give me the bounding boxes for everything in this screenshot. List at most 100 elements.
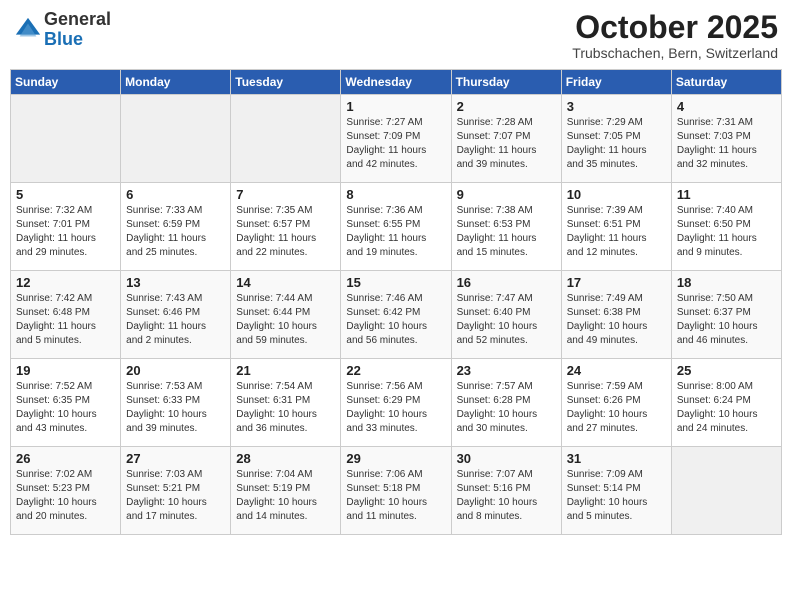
calendar-cell: 26 Sunrise: 7:02 AM Sunset: 5:23 PM Dayli…: [11, 447, 121, 535]
day-info: Sunrise: 7:54 AM Sunset: 6:31 PM Dayligh…: [236, 380, 335, 436]
day-number: 28: [236, 451, 335, 466]
day-info: Sunrise: 7:40 AM Sunset: 6:50 PM Dayligh…: [677, 204, 776, 260]
calendar-cell: 14Sunrise: 7:44 AM Sunset: 6:44 PM Dayli…: [231, 271, 341, 359]
calendar-cell: 29 Sunrise: 7:06 AM Sunset: 5:18 PM Dayli…: [341, 447, 451, 535]
day-number: 14: [236, 275, 335, 290]
day-info: Sunrise: 8:00 AM Sunset: 6:24 PM Dayligh…: [677, 380, 776, 436]
weekday-header-row: SundayMondayTuesdayWednesdayThursdayFrid…: [11, 70, 782, 95]
day-info: Sunrise: 7:07 AM Sunset: 5:16 PM Dayligh…: [457, 468, 556, 524]
calendar-cell: 10 Sunrise: 7:39 AM Sunset: 6:51 PM Dayli…: [561, 183, 671, 271]
calendar-cell: 25 Sunrise: 8:00 AM Sunset: 6:24 PM Dayli…: [671, 359, 781, 447]
day-number: 29: [346, 451, 445, 466]
calendar-cell: 30 Sunrise: 7:07 AM Sunset: 5:16 PM Dayli…: [451, 447, 561, 535]
day-info: Sunrise: 7:32 AM Sunset: 7:01 PM Dayligh…: [16, 204, 115, 260]
calendar-cell: 15Sunrise: 7:46 AM Sunset: 6:42 PM Dayli…: [341, 271, 451, 359]
day-number: 31: [567, 451, 666, 466]
day-info: Sunrise: 7:47 AM Sunset: 6:40 PM Dayligh…: [457, 292, 556, 348]
calendar-week-row: 5 Sunrise: 7:32 AM Sunset: 7:01 PM Daylig…: [11, 183, 782, 271]
logo-general-text: General: [44, 10, 111, 30]
weekday-header: Sunday: [11, 70, 121, 95]
calendar-week-row: 19 Sunrise: 7:52 AM Sunset: 6:35 PM Dayli…: [11, 359, 782, 447]
calendar-cell: 7 Sunrise: 7:35 AM Sunset: 6:57 PM Daylig…: [231, 183, 341, 271]
day-number: 2: [457, 99, 556, 114]
day-number: 10: [567, 187, 666, 202]
calendar-cell: 3 Sunrise: 7:29 AM Sunset: 7:05 PM Daylig…: [561, 95, 671, 183]
calendar-cell: [671, 447, 781, 535]
logo-blue-text: Blue: [44, 30, 111, 50]
day-info: Sunrise: 7:35 AM Sunset: 6:57 PM Dayligh…: [236, 204, 335, 260]
calendar-cell: 17Sunrise: 7:49 AM Sunset: 6:38 PM Dayli…: [561, 271, 671, 359]
day-info: Sunrise: 7:02 AM Sunset: 5:23 PM Dayligh…: [16, 468, 115, 524]
day-info: Sunrise: 7:56 AM Sunset: 6:29 PM Dayligh…: [346, 380, 445, 436]
day-number: 30: [457, 451, 556, 466]
day-number: 22: [346, 363, 445, 378]
weekday-header: Saturday: [671, 70, 781, 95]
calendar-cell: 21 Sunrise: 7:54 AM Sunset: 6:31 PM Dayli…: [231, 359, 341, 447]
calendar-cell: 13Sunrise: 7:43 AM Sunset: 6:46 PM Dayli…: [121, 271, 231, 359]
weekday-header: Thursday: [451, 70, 561, 95]
calendar-cell: 16 Sunrise: 7:47 AM Sunset: 6:40 PM Dayli…: [451, 271, 561, 359]
day-number: 25: [677, 363, 776, 378]
calendar-table: SundayMondayTuesdayWednesdayThursdayFrid…: [10, 69, 782, 535]
day-number: 4: [677, 99, 776, 114]
day-number: 8: [346, 187, 445, 202]
calendar-week-row: 26 Sunrise: 7:02 AM Sunset: 5:23 PM Dayli…: [11, 447, 782, 535]
day-number: 18: [677, 275, 776, 290]
day-info: Sunrise: 7:52 AM Sunset: 6:35 PM Dayligh…: [16, 380, 115, 436]
calendar-cell: 2Sunrise: 7:28 AM Sunset: 7:07 PM Daylig…: [451, 95, 561, 183]
calendar-cell: 20 Sunrise: 7:53 AM Sunset: 6:33 PM Dayli…: [121, 359, 231, 447]
day-number: 21: [236, 363, 335, 378]
day-number: 17: [567, 275, 666, 290]
weekday-header: Friday: [561, 70, 671, 95]
calendar-cell: [11, 95, 121, 183]
day-info: Sunrise: 7:09 AM Sunset: 5:14 PM Dayligh…: [567, 468, 666, 524]
day-number: 11: [677, 187, 776, 202]
day-info: Sunrise: 7:03 AM Sunset: 5:21 PM Dayligh…: [126, 468, 225, 524]
day-number: 1: [346, 99, 445, 114]
calendar-cell: 22 Sunrise: 7:56 AM Sunset: 6:29 PM Dayli…: [341, 359, 451, 447]
calendar-week-row: 1Sunrise: 7:27 AM Sunset: 7:09 PM Daylig…: [11, 95, 782, 183]
weekday-header: Tuesday: [231, 70, 341, 95]
day-number: 3: [567, 99, 666, 114]
day-info: Sunrise: 7:38 AM Sunset: 6:53 PM Dayligh…: [457, 204, 556, 260]
day-info: Sunrise: 7:29 AM Sunset: 7:05 PM Dayligh…: [567, 116, 666, 172]
day-info: Sunrise: 7:04 AM Sunset: 5:19 PM Dayligh…: [236, 468, 335, 524]
day-number: 5: [16, 187, 115, 202]
day-number: 20: [126, 363, 225, 378]
day-number: 24: [567, 363, 666, 378]
day-number: 19: [16, 363, 115, 378]
calendar-cell: 12 Sunrise: 7:42 AM Sunset: 6:48 PM Dayli…: [11, 271, 121, 359]
day-info: Sunrise: 7:59 AM Sunset: 6:26 PM Dayligh…: [567, 380, 666, 436]
day-number: 23: [457, 363, 556, 378]
day-number: 26: [16, 451, 115, 466]
month-title: October 2025: [572, 10, 778, 45]
day-info: Sunrise: 7:53 AM Sunset: 6:33 PM Dayligh…: [126, 380, 225, 436]
day-number: 15: [346, 275, 445, 290]
weekday-header: Monday: [121, 70, 231, 95]
day-number: 7: [236, 187, 335, 202]
calendar-cell: 19 Sunrise: 7:52 AM Sunset: 6:35 PM Dayli…: [11, 359, 121, 447]
calendar-cell: 9 Sunrise: 7:38 AM Sunset: 6:53 PM Daylig…: [451, 183, 561, 271]
day-number: 12: [16, 275, 115, 290]
day-info: Sunrise: 7:33 AM Sunset: 6:59 PM Dayligh…: [126, 204, 225, 260]
day-info: Sunrise: 7:39 AM Sunset: 6:51 PM Dayligh…: [567, 204, 666, 260]
calendar-cell: 4Sunrise: 7:31 AM Sunset: 7:03 PM Daylig…: [671, 95, 781, 183]
logo-icon: [14, 16, 42, 44]
calendar-cell: 11 Sunrise: 7:40 AM Sunset: 6:50 PM Dayli…: [671, 183, 781, 271]
day-info: Sunrise: 7:06 AM Sunset: 5:18 PM Dayligh…: [346, 468, 445, 524]
day-number: 6: [126, 187, 225, 202]
weekday-header: Wednesday: [341, 70, 451, 95]
page-header: General Blue October 2025 Trubschachen, …: [10, 10, 782, 61]
calendar-cell: 8Sunrise: 7:36 AM Sunset: 6:55 PM Daylig…: [341, 183, 451, 271]
calendar-cell: 28 Sunrise: 7:04 AM Sunset: 5:19 PM Dayli…: [231, 447, 341, 535]
calendar-cell: [231, 95, 341, 183]
day-number: 27: [126, 451, 225, 466]
calendar-cell: 6 Sunrise: 7:33 AM Sunset: 6:59 PM Daylig…: [121, 183, 231, 271]
calendar-cell: [121, 95, 231, 183]
calendar-cell: 18Sunrise: 7:50 AM Sunset: 6:37 PM Dayli…: [671, 271, 781, 359]
day-number: 16: [457, 275, 556, 290]
day-info: Sunrise: 7:42 AM Sunset: 6:48 PM Dayligh…: [16, 292, 115, 348]
calendar-cell: 23Sunrise: 7:57 AM Sunset: 6:28 PM Dayli…: [451, 359, 561, 447]
day-number: 9: [457, 187, 556, 202]
calendar-week-row: 12 Sunrise: 7:42 AM Sunset: 6:48 PM Dayli…: [11, 271, 782, 359]
